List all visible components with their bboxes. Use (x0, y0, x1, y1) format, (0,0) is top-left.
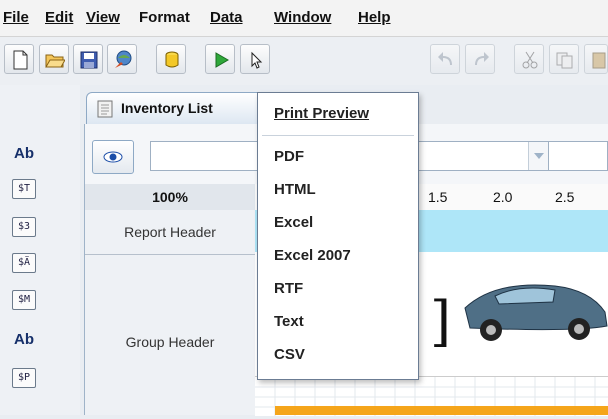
menu-item-html[interactable]: HTML (274, 181, 316, 198)
menu-item-excel-2007[interactable]: Excel 2007 (274, 247, 351, 264)
menu-item-text[interactable]: Text (274, 313, 304, 330)
menu-view[interactable]: View (86, 9, 120, 26)
ruler-label: 2.5 (555, 189, 575, 205)
copy-button[interactable] (549, 44, 579, 74)
combo-arrow-button[interactable] (528, 142, 549, 170)
publish-icon (115, 50, 132, 68)
report-document-icon (97, 100, 113, 118)
tab-label: Inventory List (121, 100, 213, 116)
palette-number-field[interactable]: $3 (12, 217, 36, 237)
section-report-header[interactable]: Report Header (85, 210, 255, 255)
undo-icon (438, 52, 452, 65)
tab-inventory-list[interactable]: Inventory List (86, 92, 266, 124)
palette-message-field[interactable]: $M (12, 290, 36, 310)
ruler-label: 1.5 (428, 189, 448, 205)
ruler-label: 2.0 (493, 189, 513, 205)
palette-image-field[interactable]: $P (12, 368, 36, 388)
chevron-down-icon (534, 153, 544, 159)
paste-icon (592, 52, 606, 69)
new-file-button[interactable] (4, 44, 34, 74)
menu-help[interactable]: Help (358, 9, 391, 26)
paste-button[interactable] (584, 44, 608, 74)
palette-resource-label[interactable]: Ab (14, 331, 34, 348)
menu-separator (262, 135, 414, 136)
menu-bar: File Edit View Format Data Window Help (0, 0, 608, 37)
database-icon (165, 51, 179, 68)
menu-file[interactable]: File (3, 9, 29, 26)
toolbar (0, 37, 608, 85)
palette-text-field[interactable]: $T (12, 179, 36, 199)
element-palette: Ab $T $3 $Ä $M Ab $P (0, 85, 80, 415)
menu-edit[interactable]: Edit (45, 9, 73, 26)
menu-item-rtf[interactable]: RTF (274, 280, 303, 297)
undo-button[interactable] (430, 44, 460, 74)
new-file-icon (13, 50, 28, 70)
menu-item-pdf[interactable]: PDF (274, 148, 304, 165)
redo-icon (475, 52, 489, 65)
cut-button[interactable] (514, 44, 544, 74)
redo-button[interactable] (465, 44, 495, 74)
save-icon (80, 51, 98, 69)
publish-button[interactable] (107, 44, 137, 74)
cut-icon (522, 51, 538, 69)
save-button[interactable] (73, 44, 103, 74)
run-icon (215, 52, 229, 68)
eye-icon (103, 151, 123, 163)
menu-item-excel[interactable]: Excel (274, 214, 313, 231)
menu-item-csv[interactable]: CSV (274, 346, 305, 363)
font-selector-combo[interactable] (548, 141, 608, 171)
run-report-dropdown: Print Preview PDF HTML Excel Excel 2007 … (257, 92, 419, 380)
section-labels: Report Header Group Header (85, 210, 255, 415)
select-button[interactable] (240, 44, 270, 74)
select-arrow-icon (251, 51, 263, 69)
data-source-button[interactable] (156, 44, 186, 74)
copy-icon (556, 52, 573, 69)
section-group-header[interactable]: Group Header (85, 334, 255, 350)
open-button[interactable] (39, 44, 69, 74)
open-folder-icon (45, 54, 65, 68)
menu-format[interactable]: Format (139, 9, 190, 26)
palette-resource-field[interactable]: $Ä (12, 253, 36, 273)
menu-item-print-preview[interactable]: Print Preview (274, 105, 369, 122)
preview-toggle-button[interactable] (92, 140, 134, 174)
svg-text:]: ] (430, 290, 451, 353)
menu-window[interactable]: Window (274, 9, 331, 26)
run-report-button[interactable] (205, 44, 235, 74)
menu-data[interactable]: Data (210, 9, 243, 26)
palette-label-element[interactable]: Ab (14, 145, 34, 162)
footer-band[interactable] (275, 406, 608, 415)
zoom-level[interactable]: 100% (85, 184, 255, 211)
